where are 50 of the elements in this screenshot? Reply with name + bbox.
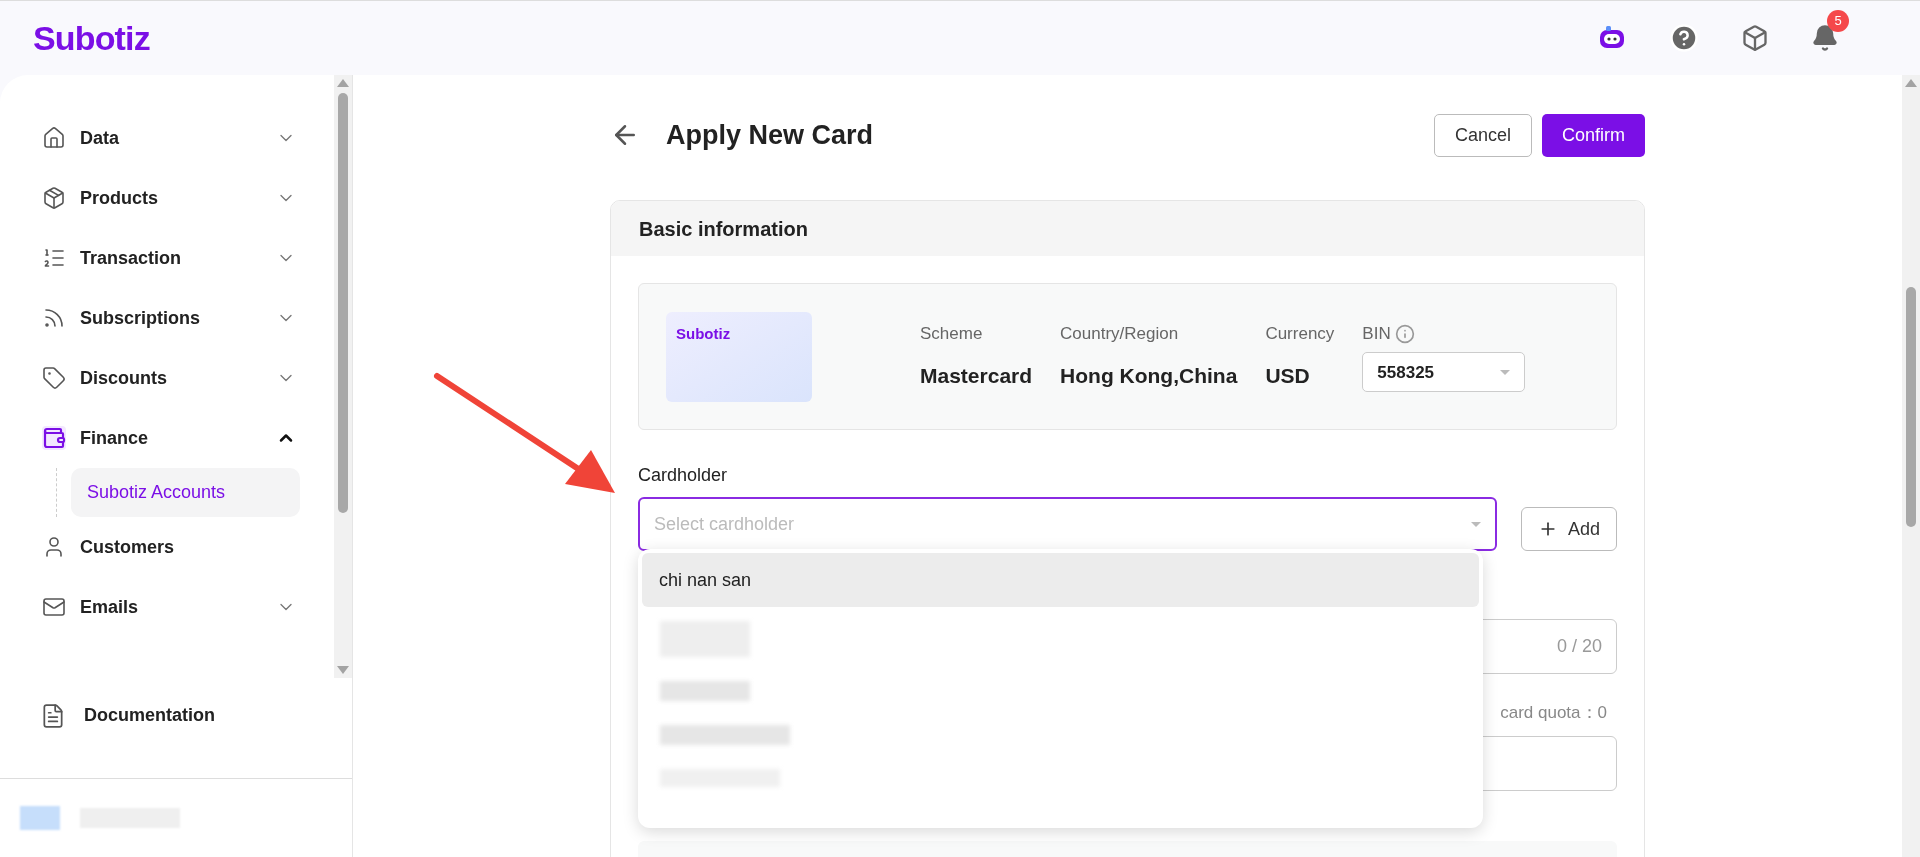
sidebar-label: Customers [80, 535, 176, 559]
field-value: Hong Kong,China [1060, 363, 1238, 390]
quota-text: card quota：0 [1500, 702, 1607, 724]
notification-badge: 5 [1827, 10, 1849, 32]
card-brand: Subotiz [676, 324, 731, 342]
documentation-link[interactable]: Documentation [0, 678, 352, 753]
sidebar-label: Products [80, 186, 159, 210]
box-icon[interactable] [1741, 24, 1769, 52]
help-icon[interactable] [1669, 23, 1699, 53]
logo[interactable]: Subotiz [33, 12, 150, 64]
bell-icon [1811, 24, 1839, 52]
field-value: Mastercard [920, 363, 1033, 390]
sidebar-item[interactable]: Transaction [0, 228, 334, 288]
section-title: Basic information [639, 216, 808, 242]
notifications-button[interactable]: 5 [1811, 10, 1851, 52]
add-button[interactable]: Add [1520, 507, 1617, 551]
sidebar-item[interactable]: Emails [0, 577, 334, 637]
sidebar-item[interactable]: Discounts [0, 348, 334, 408]
scrollbar[interactable] [1902, 75, 1920, 857]
field-label: Currency [1265, 322, 1335, 345]
page-title: Apply New Card [666, 118, 874, 152]
sidebar-item[interactable]: Subscriptions [0, 288, 334, 348]
field-label: Country/Region [1060, 322, 1180, 345]
sidebar-label: Discounts [80, 366, 168, 390]
sidebar-label: Subscriptions [80, 306, 201, 330]
field-value: USD [1265, 363, 1311, 390]
sidebar-label: Data [80, 126, 120, 150]
scrollbar[interactable] [334, 75, 352, 678]
sidebar-subitem[interactable]: Subotiz Accounts [71, 468, 300, 517]
field-label: BIN [1362, 322, 1391, 345]
caret-icon [1470, 521, 1481, 527]
field-label: Scheme [920, 322, 984, 345]
sidebar-label: Transaction [80, 246, 183, 270]
blurred-avatar [20, 806, 60, 830]
document-icon [40, 702, 66, 729]
cardholder-input[interactable]: Select cardholder [654, 510, 1471, 538]
sidebar-item[interactable]: Finance [0, 408, 334, 468]
bin-select[interactable]: 558325 [1362, 352, 1526, 393]
cancel-button[interactable]: Cancel [1433, 113, 1532, 157]
info-icon[interactable] [1394, 323, 1415, 344]
sidebar-label: Emails [80, 595, 140, 619]
sidebar-item[interactable]: Products [0, 168, 334, 228]
char-counter: 0 / 20 [1556, 635, 1602, 658]
field-label: Cardholder [638, 464, 728, 487]
confirm-button[interactable]: Confirm [1542, 113, 1645, 157]
sidebar-item[interactable]: Data [0, 108, 334, 168]
sidebar-label: Finance [80, 426, 150, 450]
sidebar-item[interactable]: Customers [0, 517, 334, 577]
caret-icon [1500, 369, 1511, 375]
dropdown-option[interactable]: chi nan san [642, 553, 1479, 607]
